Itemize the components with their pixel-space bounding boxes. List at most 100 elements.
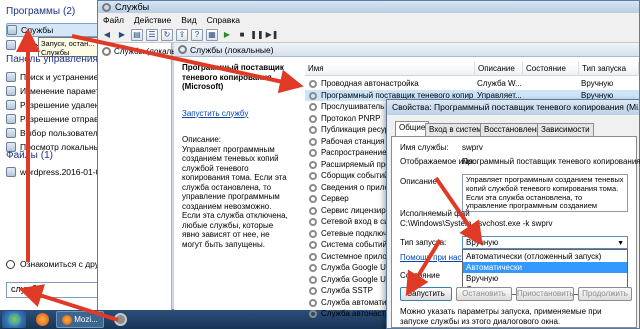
taskbar-mozilla-button[interactable]: Mozi... <box>56 311 104 328</box>
description-label: Описание <box>400 177 437 186</box>
column-startup-type[interactable]: Тип запуска <box>579 62 639 76</box>
gear-icon <box>309 298 317 307</box>
refresh-icon[interactable]: ↻ <box>161 28 173 41</box>
gear-icon <box>309 287 317 295</box>
firefox-icon <box>35 313 49 326</box>
start-button[interactable]: Запустить <box>400 287 452 301</box>
control-panel-icon <box>6 128 16 138</box>
pause-button[interactable]: Приостановить <box>516 287 574 301</box>
back-icon[interactable]: ◀ <box>101 29 113 41</box>
file-item-label: wordpress.2016-01-02 <box>20 167 103 177</box>
description-label: Описание: <box>182 135 222 144</box>
tab-dependencies[interactable]: Зависимости <box>537 123 594 136</box>
gear-icon <box>309 264 317 272</box>
export-icon[interactable]: ⇪ <box>176 28 188 41</box>
tree-item-services-local[interactable]: Службы (локальн <box>102 47 180 56</box>
control-panel-section-header: Панель управления <box>6 54 98 65</box>
service-name-label: Имя службы: <box>400 143 449 152</box>
files-count: (1) <box>40 150 54 161</box>
resume-button[interactable]: Продолжить <box>578 287 632 301</box>
see-more-results-link[interactable]: Ознакомиться с други <box>0 256 103 272</box>
startup-type-select[interactable]: Вручную ▼ <box>462 236 628 249</box>
help-link[interactable]: Помощь при наст <box>400 253 465 262</box>
gear-icon <box>309 114 317 123</box>
start-button[interactable] <box>2 311 26 328</box>
service-name-value: swprv <box>462 143 483 152</box>
control-panel-icon <box>6 72 16 82</box>
programs-count: (2) <box>63 6 76 17</box>
cp-item[interactable]: Выбор пользователе <box>6 126 103 140</box>
column-state[interactable]: Состояние <box>523 62 579 76</box>
programs-label: Программы <box>6 6 61 17</box>
gear-icon <box>309 160 317 169</box>
menu-help[interactable]: Справка <box>202 15 245 25</box>
dialog-body: Имя службы: swprv Отображаемое имя: Прог… <box>391 136 640 328</box>
firefox-icon <box>62 314 73 325</box>
table-row[interactable]: Проводная автонастройка Служба W... Вручну… <box>305 78 639 90</box>
gear-icon <box>113 313 127 326</box>
option-automatic[interactable]: Автоматически <box>463 262 627 273</box>
executable-path: C:\Windows\System...svchost.exe -k swprv <box>400 219 553 228</box>
taskbar-app-label: Mozi... <box>74 315 98 324</box>
forward-icon[interactable]: ▶ <box>116 29 128 41</box>
menu-view[interactable]: Вид <box>176 15 201 25</box>
cp-item[interactable]: Разрешение удален <box>6 98 103 112</box>
stop-icon[interactable]: ■ <box>236 29 248 41</box>
cell-desc: Служба W... <box>477 79 522 88</box>
list-header: Имя Описание Состояние Тип запуска <box>305 62 639 76</box>
dialog-title: Свойства: Программный поставщик теневого… <box>387 100 639 115</box>
taskbar-services-icon[interactable] <box>110 311 130 328</box>
tree-item-label: Службы (локальн <box>114 47 180 56</box>
cp-item-label: Разрешение удален <box>20 100 100 110</box>
restart-icon[interactable]: ▶❚ <box>266 29 279 41</box>
program-item-label: Службы <box>21 25 54 35</box>
content-header: Службы (локальные) <box>174 43 639 57</box>
gear-icon <box>309 103 317 111</box>
gear-icon <box>178 45 187 54</box>
gear-icon <box>309 172 317 180</box>
startup-type-value: Вручную <box>466 238 499 247</box>
file-item[interactable]: wordpress.2016-01-02 <box>6 165 103 179</box>
properties-icon[interactable]: ▦ <box>206 28 218 41</box>
cp-item[interactable]: Разрешение отправк <box>6 112 103 126</box>
cp-item-label: Выбор пользователе <box>20 128 103 138</box>
gear-icon <box>309 91 317 100</box>
display-name-value: Программный поставщик теневого копирован… <box>462 157 640 166</box>
description-box: Управляет программным созданием теневых … <box>462 174 628 212</box>
control-panel-label: Панель управления <box>6 54 98 65</box>
startup-type-label: Тип запуска: <box>400 238 447 247</box>
cp-item[interactable]: Поиск и устранение <box>6 70 103 84</box>
services-gear-icon <box>6 40 16 50</box>
gear-icon <box>309 218 317 226</box>
menu-action[interactable]: Действие <box>129 15 176 25</box>
files-label: Файлы <box>6 150 38 161</box>
start-search-input[interactable]: службы <box>6 282 98 298</box>
toolbar: ◀ ▶ ▤ ☰ ↻ ⇪ ? ▦ ▶ ■ ❚❚ ▶❚ <box>98 27 639 43</box>
column-description[interactable]: Описание <box>475 62 523 76</box>
gear-icon <box>309 229 317 238</box>
gear-icon <box>309 137 317 146</box>
taskbar-firefox-icon[interactable] <box>32 311 52 328</box>
program-item-services[interactable]: Службы <box>6 23 103 37</box>
play-icon[interactable]: ▶ <box>221 29 233 41</box>
console-tree-icon[interactable]: ▤ <box>131 28 143 41</box>
help-icon[interactable]: ? <box>191 28 203 41</box>
console-tree: Службы (локальн <box>98 43 180 310</box>
option-manual[interactable]: Вручную <box>463 273 627 284</box>
cell-state <box>525 78 579 90</box>
gear-icon <box>309 126 317 134</box>
option-auto-delayed[interactable]: Автоматически (отложенный запуск) <box>463 251 627 262</box>
cp-item[interactable]: Изменение параметр <box>6 84 103 98</box>
stop-button[interactable]: Остановить <box>456 287 512 301</box>
window-title: Службы <box>115 2 150 12</box>
control-panel-icon <box>6 100 16 110</box>
services-titlebar: Службы <box>98 1 639 13</box>
description-text: Управляет программным созданием теневых … <box>182 144 288 249</box>
list-view-icon[interactable]: ☰ <box>146 28 158 41</box>
start-service-link[interactable]: Запустить службу <box>182 109 292 119</box>
column-name[interactable]: Имя <box>305 62 475 76</box>
chevron-down-icon: ▼ <box>617 240 624 247</box>
services-gear-icon <box>7 25 17 35</box>
menu-file[interactable]: Файл <box>98 15 129 25</box>
pause-icon[interactable]: ❚❚ <box>250 29 263 41</box>
